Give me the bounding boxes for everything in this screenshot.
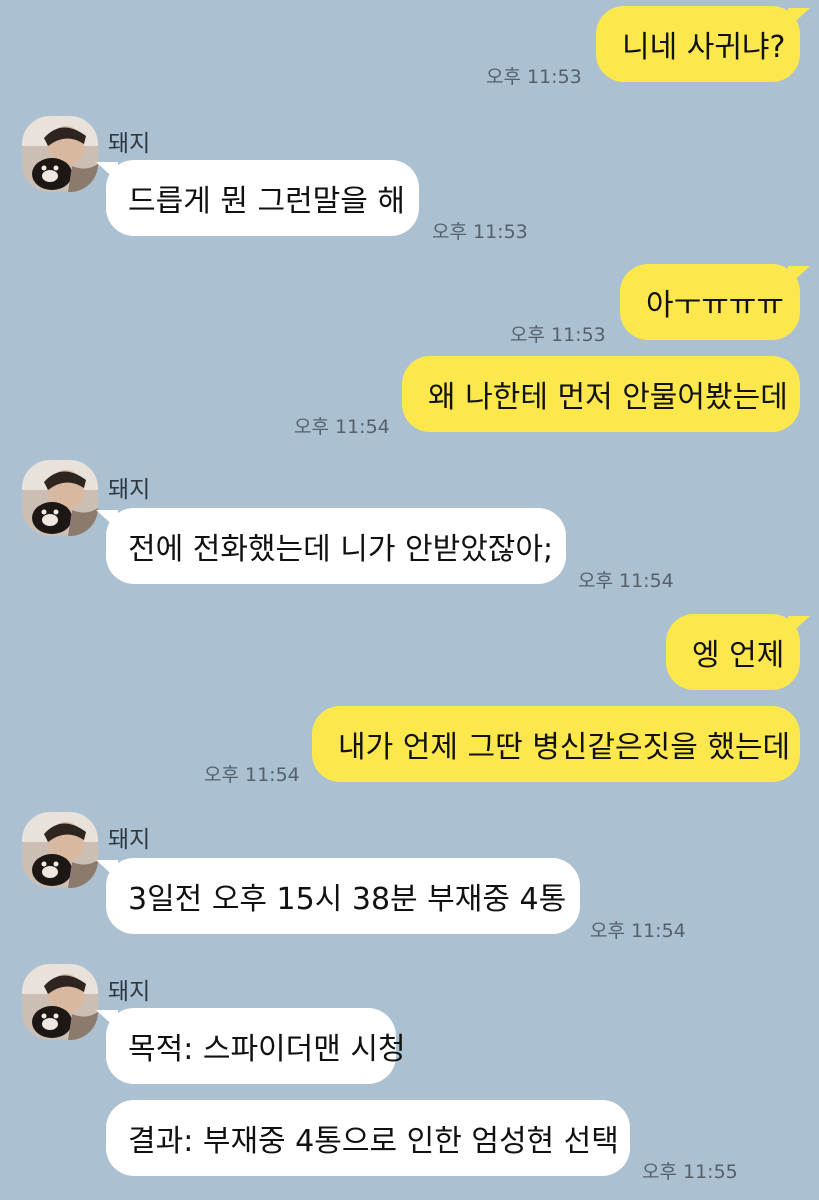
their-message-bubble[interactable]: 3일전 오후 15시 38분 부재중 4통 [106, 858, 580, 934]
timestamp: 오후 11:53 [486, 66, 582, 88]
their-message-bubble[interactable]: 전에 전화했는데 니가 안받았잖아; [106, 508, 566, 584]
my-message-bubble[interactable]: 엥 언제 [666, 614, 800, 690]
timestamp: 오후 11:55 [642, 1161, 738, 1183]
my-message-bubble[interactable]: 니네 사귀냐? [596, 6, 800, 82]
bubble-tail [96, 162, 118, 182]
contact-name: 돼지 [108, 827, 151, 853]
my-message-bubble[interactable]: 왜 나한테 먼저 안물어봤는데 [402, 356, 800, 432]
bubble-tail [96, 510, 118, 530]
contact-name: 돼지 [108, 979, 151, 1005]
their-message-bubble[interactable]: 목적: 스파이더맨 시청 [106, 1008, 406, 1084]
message-text: 결과: 부재중 4통으로 인한 엄성현 선택 [128, 1124, 619, 1159]
message-text: 내가 언제 그딴 병신같은짓을 했는데 [338, 730, 791, 765]
timestamp: 오후 11:53 [432, 221, 528, 243]
bubble-tail [788, 8, 810, 28]
bubble-tail [96, 1010, 118, 1030]
their-message-bubble[interactable]: 드릅게 뭔 그런말을 해 [106, 160, 419, 236]
bubble-tail [788, 616, 810, 636]
contact-avatar[interactable] [22, 812, 98, 888]
message-text: 드릅게 뭔 그런말을 해 [128, 184, 406, 219]
timestamp: 오후 11:53 [510, 324, 606, 346]
timestamp: 오후 11:54 [204, 764, 300, 786]
contact-name: 돼지 [108, 131, 151, 157]
timestamp: 오후 11:54 [294, 416, 390, 438]
timestamp: 오후 11:54 [578, 570, 674, 592]
message-text: 전에 전화했는데 니가 안받았잖아; [128, 532, 554, 567]
message-text: 엥 언제 [692, 638, 785, 673]
message-text: 3일전 오후 15시 38분 부재중 4통 [128, 882, 567, 917]
bubble-tail [788, 266, 810, 286]
their-message-bubble[interactable]: 결과: 부재중 4통으로 인한 엄성현 선택 [106, 1100, 630, 1176]
bubble-tail [96, 860, 118, 880]
my-message-bubble[interactable]: 아ㅜㅠㅠㅠ [620, 264, 800, 340]
contact-name: 돼지 [108, 477, 151, 503]
message-text: 왜 나한테 먼저 안물어봤는데 [428, 380, 788, 415]
message-text: 니네 사귀냐? [622, 30, 786, 65]
my-message-bubble[interactable]: 내가 언제 그딴 병신같은짓을 했는데 [312, 706, 800, 782]
contact-avatar[interactable] [22, 116, 98, 192]
timestamp: 오후 11:54 [590, 920, 686, 942]
message-text: 목적: 스파이더맨 시청 [128, 1032, 406, 1067]
contact-avatar[interactable] [22, 964, 98, 1040]
contact-avatar[interactable] [22, 460, 98, 536]
message-text: 아ㅜㅠㅠㅠ [646, 288, 784, 323]
